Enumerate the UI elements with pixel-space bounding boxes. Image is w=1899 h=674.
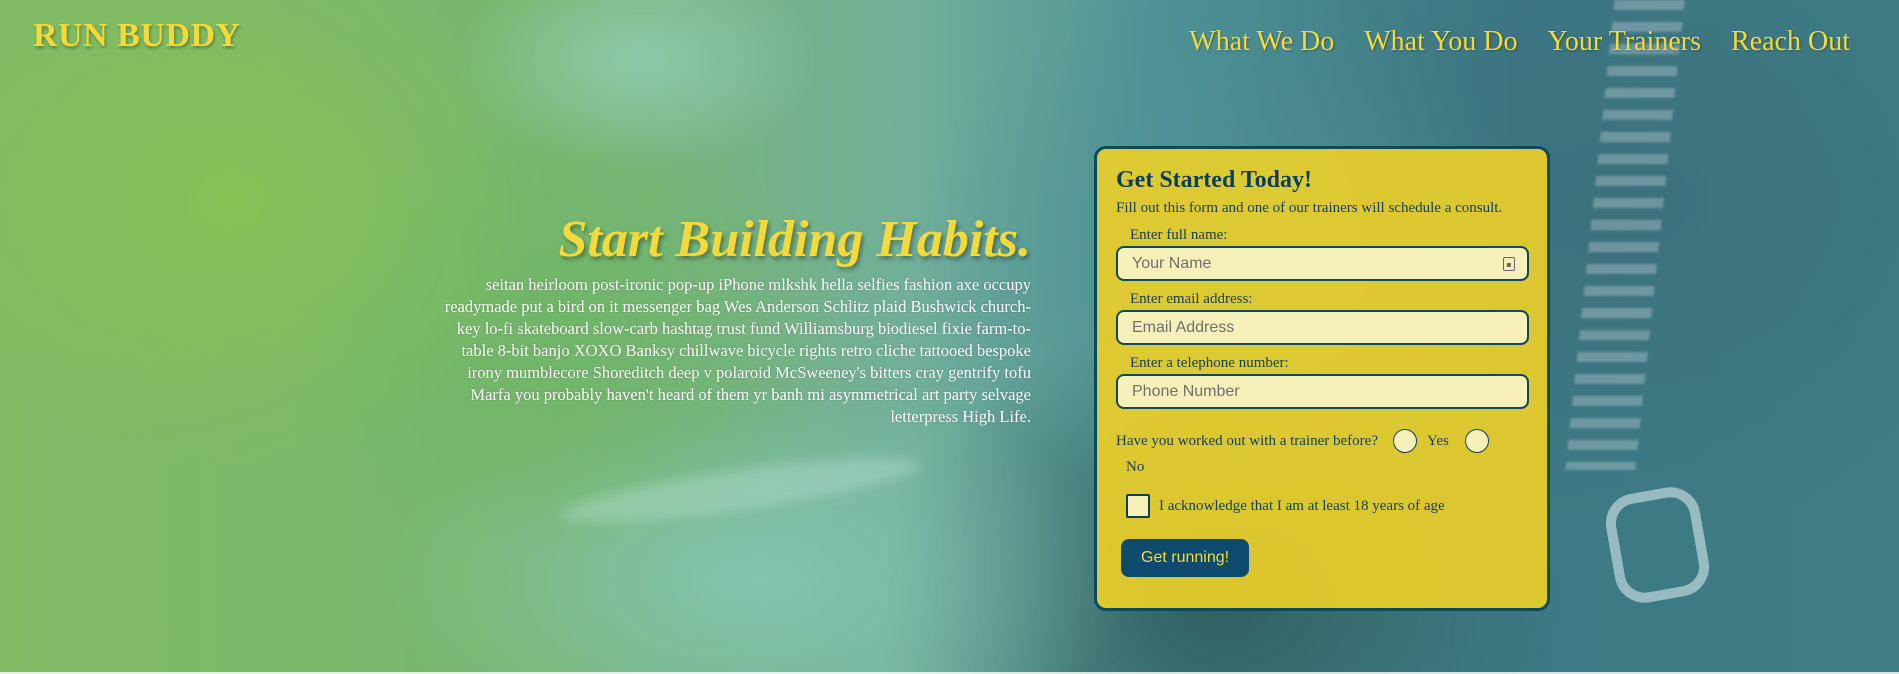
signup-form: Get Started Today! Fill out this form an… bbox=[1094, 146, 1550, 611]
nav-link-what-you-do[interactable]: What You Do bbox=[1364, 22, 1517, 62]
get-running-button[interactable]: Get running! bbox=[1121, 539, 1250, 577]
nav-link-reach-out[interactable]: Reach Out bbox=[1731, 22, 1850, 62]
hero-intro: Start Building Habits. seitan heirloom p… bbox=[391, 210, 1031, 428]
age-ack-label[interactable]: I acknowledge that I am at least 18 year… bbox=[1159, 498, 1445, 515]
email-field-wrapper bbox=[1116, 310, 1529, 345]
phone-field-label: Enter a telephone number: bbox=[1130, 355, 1289, 371]
trainer-question-label: Have you worked out with a trainer befor… bbox=[1116, 432, 1378, 449]
phone-field-wrapper bbox=[1116, 374, 1529, 409]
brand-logo[interactable]: RUN BUDDY bbox=[33, 17, 241, 55]
nav-link-what-we-do[interactable]: What We Do bbox=[1189, 22, 1334, 62]
nav-link-your-trainers[interactable]: Your Trainers bbox=[1547, 22, 1701, 62]
email-field[interactable] bbox=[1118, 312, 1527, 343]
main-nav: What We Do What You Do Your Trainers Rea… bbox=[1189, 22, 1850, 62]
hero-body-text: seitan heirloom post-ironic pop-up iPhon… bbox=[444, 275, 1031, 426]
email-field-label: Enter email address: bbox=[1130, 291, 1253, 307]
phone-field[interactable] bbox=[1118, 376, 1527, 407]
form-subtitle: Fill out this form and one of our traine… bbox=[1116, 200, 1503, 216]
trainer-yes-label[interactable]: Yes bbox=[1427, 433, 1449, 450]
trainer-no-label[interactable]: No bbox=[1126, 459, 1528, 476]
trainer-yes-radio[interactable] bbox=[1392, 429, 1417, 453]
age-ack-checkbox[interactable] bbox=[1126, 494, 1150, 518]
trainer-no-radio[interactable] bbox=[1464, 429, 1489, 453]
name-field-label: Enter full name: bbox=[1130, 227, 1228, 243]
name-field[interactable] bbox=[1118, 248, 1527, 279]
age-ack-row: I acknowledge that I am at least 18 year… bbox=[1126, 494, 1528, 518]
hero-title: Start Building Habits. bbox=[558, 211, 1032, 268]
name-field-wrapper: ▪ bbox=[1116, 246, 1529, 281]
trainer-question-row: Have you worked out with a trainer befor… bbox=[1116, 429, 1528, 453]
form-title: Get Started Today! bbox=[1116, 167, 1313, 193]
contact-card-icon[interactable]: ▪ bbox=[1503, 257, 1515, 271]
